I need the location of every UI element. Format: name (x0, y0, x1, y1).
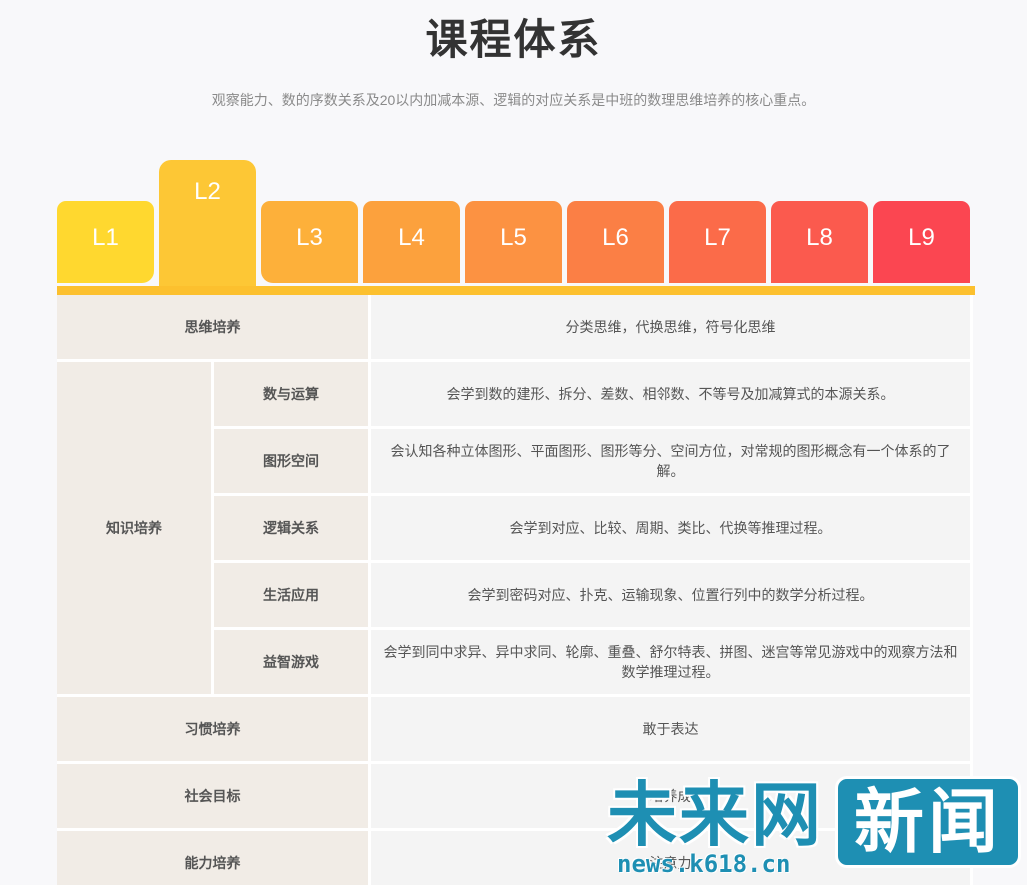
tab-l2[interactable]: L2 (159, 160, 256, 286)
sub-label-number-operation: 数与运算 (214, 362, 371, 429)
tab-l6[interactable]: L6 (567, 201, 664, 283)
page-title: 课程体系 (425, 16, 602, 63)
tab-underline-bar (57, 286, 975, 295)
sub-label-life-application: 生活应用 (214, 563, 371, 630)
level-tabs: L1 L2 L3 L4 L5 L6 L7 L8 L9 (57, 160, 975, 286)
row-label-knowledge: 知识培养 (57, 362, 214, 697)
sub-content-puzzle-games: 会学到同中求异、异中求同、轮廓、重叠、舒尔特表、拼图、迷宫等常见游戏中的观察方法… (371, 630, 973, 697)
row-label-social: 社会目标 (57, 764, 371, 831)
tab-label: L6 (602, 224, 629, 251)
course-system-page: 课程体系 观察能力、数的序数关系及20以内加减本源、逻辑的对应关系是中班的数理思… (0, 0, 1027, 885)
tab-label: L3 (296, 224, 323, 251)
tab-l4[interactable]: L4 (363, 201, 460, 283)
row-label-habit: 习惯培养 (57, 697, 371, 764)
sub-content-number-operation: 会学到数的建形、拆分、差数、相邻数、不等号及加减算式的本源关系。 (371, 362, 973, 429)
row-label-ability: 能力培养 (57, 831, 371, 885)
tab-l5[interactable]: L5 (465, 201, 562, 283)
row-content-social: 培养成 (371, 764, 973, 831)
sub-content-life-application: 会学到密码对应、扑克、运输现象、位置行列中的数学分析过程。 (371, 563, 973, 630)
curriculum-table: 思维培养 分类思维，代换思维，符号化思维 知识培养 数与运算 会学到数的建形、拆… (57, 295, 975, 885)
tab-label: L1 (92, 224, 119, 251)
row-content-ability: 注意力 (371, 831, 973, 885)
tab-l7[interactable]: L7 (669, 201, 766, 283)
sub-label-shape-space: 图形空间 (214, 429, 371, 496)
tab-label: L8 (806, 224, 833, 251)
sub-label-logic: 逻辑关系 (214, 496, 371, 563)
row-label-thinking: 思维培养 (57, 295, 371, 362)
tab-label: L5 (500, 224, 527, 251)
tab-label: L7 (704, 224, 731, 251)
tab-l9[interactable]: L9 (873, 201, 970, 283)
tab-label: L2 (194, 178, 221, 205)
sub-content-logic: 会学到对应、比较、周期、类比、代换等推理过程。 (371, 496, 973, 563)
row-content-habit: 敢于表达 (371, 697, 973, 764)
row-content-thinking: 分类思维，代换思维，符号化思维 (371, 295, 973, 362)
tab-l8[interactable]: L8 (771, 201, 868, 283)
sub-label-puzzle-games: 益智游戏 (214, 630, 371, 697)
tab-l3[interactable]: L3 (261, 201, 358, 283)
tab-label: L4 (398, 224, 425, 251)
tab-l1[interactable]: L1 (57, 201, 154, 283)
page-subtitle: 观察能力、数的序数关系及20以内加减本源、逻辑的对应关系是中班的数理思维培养的核… (211, 92, 816, 108)
tab-label: L9 (908, 224, 935, 251)
sub-content-shape-space: 会认知各种立体图形、平面图形、图形等分、空间方位，对常规的图形概念有一个体系的了… (371, 429, 973, 496)
